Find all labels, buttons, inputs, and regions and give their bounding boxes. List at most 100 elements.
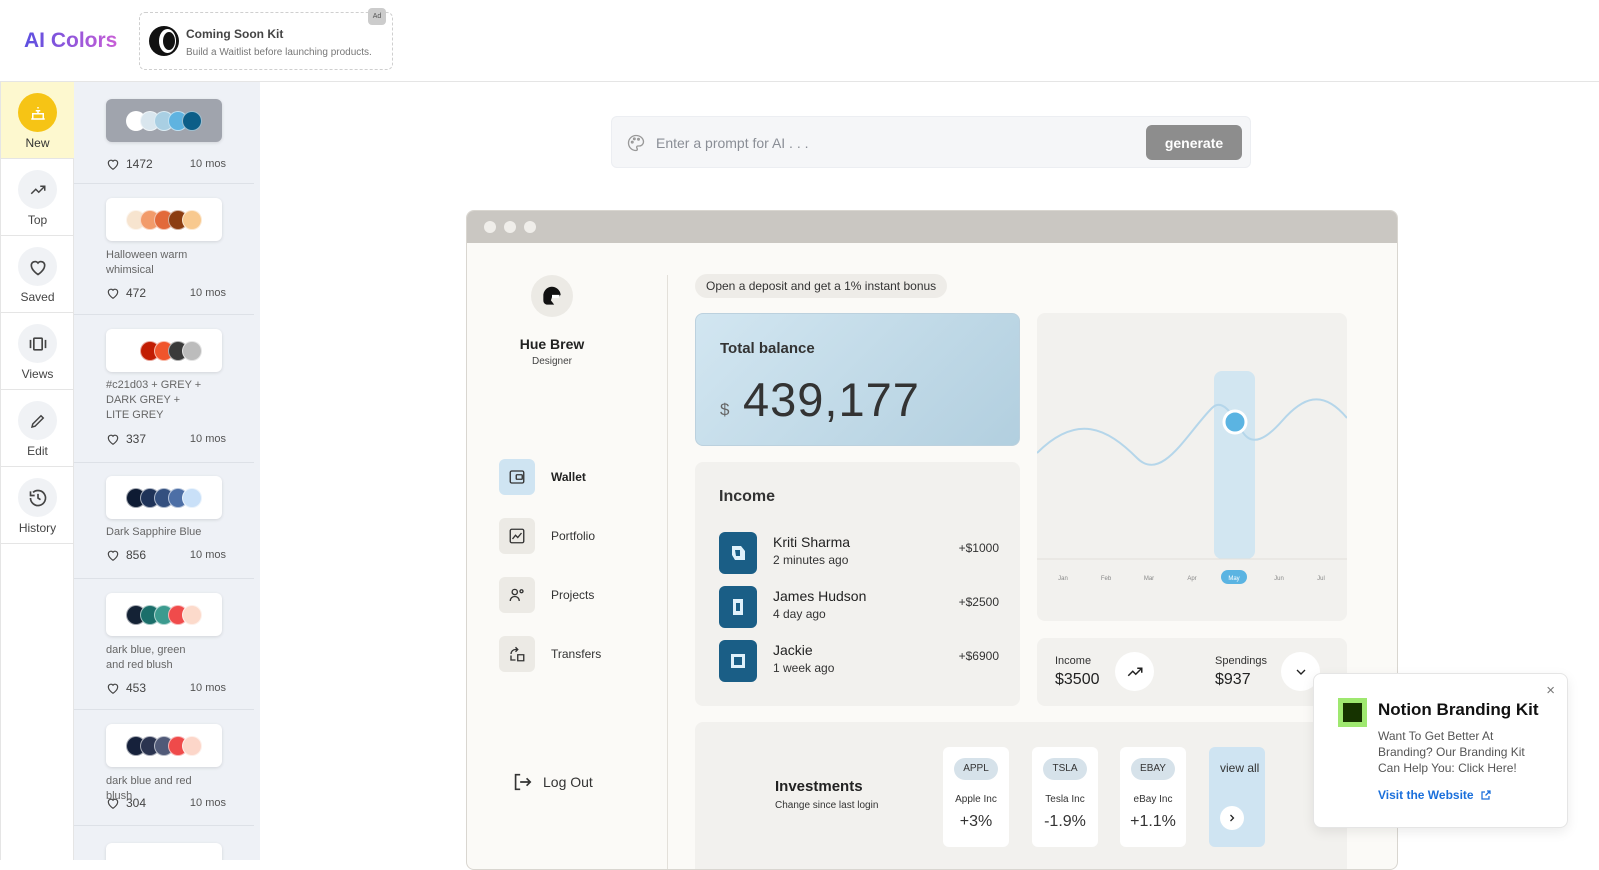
close-icon[interactable]: × [1546, 682, 1555, 699]
view-all-card[interactable]: view all [1209, 747, 1265, 847]
palette-swatch[interactable] [106, 99, 222, 142]
prompt-input[interactable] [656, 131, 1116, 155]
income-card: Income Kriti Sharma 2 minutes ago +$1000… [695, 462, 1020, 706]
stock-card[interactable]: APPL Apple Inc +3% [943, 747, 1009, 847]
month-label[interactable]: May [1228, 576, 1239, 582]
income-time: 4 day ago [773, 607, 826, 621]
income-amount: +$2500 [958, 595, 999, 609]
heart-icon[interactable] [106, 796, 120, 810]
palette-card[interactable]: 1472 10 mos [74, 82, 254, 184]
palette-card[interactable]: dark blue, green and red blush 453 10 mo… [74, 579, 254, 710]
palette-swatch[interactable] [106, 329, 222, 372]
income-name: Jackie [773, 642, 813, 658]
user-gear-icon [499, 577, 535, 613]
app-logo[interactable]: AI Colors [24, 29, 117, 53]
window-titlebar [467, 211, 1397, 243]
user-avatar [531, 275, 573, 317]
stock-card[interactable]: TSLA Tesla Inc -1.9% [1032, 747, 1098, 847]
palette-list: 1472 10 mos Halloween warm whimsical 472… [74, 82, 260, 860]
income-amount: +$1000 [958, 541, 999, 555]
nav-item-portfolio[interactable]: Portfolio [499, 518, 649, 554]
window-dot [524, 221, 536, 233]
spend-stat-value: $937 [1215, 671, 1251, 688]
rail-item-new[interactable]: New [1, 82, 74, 159]
stock-ticker: EBAY [1131, 758, 1175, 780]
month-label: Jun [1274, 576, 1284, 582]
palette-card[interactable]: #c21d03 + GREY + DARK GREY + LITE GREY 3… [74, 315, 254, 463]
chart-point[interactable] [1222, 409, 1248, 435]
ad-banner[interactable]: Coming Soon Kit Build a Waitlist before … [139, 8, 393, 70]
trending-up-icon[interactable] [1115, 652, 1154, 691]
palette-swatch-partial[interactable] [106, 843, 222, 860]
income-time: 2 minutes ago [773, 553, 849, 567]
palette-meta: 856 10 mos [106, 548, 226, 562]
history-icon [18, 478, 57, 517]
trending-up-icon [18, 170, 57, 209]
logout-label: Log Out [543, 774, 593, 790]
palette-age: 10 mos [189, 682, 226, 694]
rail-item-edit[interactable]: Edit [1, 390, 74, 467]
balance-value: 439,177 [743, 373, 920, 426]
nav-label: Projects [551, 588, 595, 602]
palette-card[interactable]: Halloween warm whimsical 472 10 mos [74, 184, 254, 315]
sidebar-divider [667, 275, 668, 869]
rail-label: Edit [27, 444, 48, 458]
investments-card: Investments Change since last login APPL… [695, 722, 1347, 869]
ad-title: Coming Soon Kit [186, 27, 284, 41]
color-dot [182, 340, 202, 361]
brand-logo-icon [1338, 698, 1367, 727]
palette-card[interactable]: Dark Sapphire Blue 856 10 mos [74, 463, 254, 579]
income-title: Income [719, 488, 776, 505]
palette-swatch[interactable] [106, 593, 222, 636]
heart-icon[interactable] [106, 681, 120, 695]
person-avatar-icon [719, 586, 757, 628]
rail-item-views[interactable]: Views [1, 313, 74, 390]
chevron-right-icon[interactable] [1220, 806, 1244, 830]
pencil-icon [18, 401, 57, 440]
nav-item-projects[interactable]: Projects [499, 577, 649, 613]
heart-icon[interactable] [106, 286, 120, 300]
stock-ticker: APPL [954, 758, 998, 780]
income-row[interactable]: James Hudson 4 day ago +$2500 [719, 586, 999, 628]
rail-label: New [25, 136, 50, 150]
income-time: 1 week ago [773, 661, 835, 675]
palette-card[interactable]: dark blue and red blush 304 10 mos [74, 710, 254, 826]
window-dot [484, 221, 496, 233]
palette-swatch[interactable] [106, 724, 222, 767]
palette-name: Dark Sapphire Blue [106, 526, 202, 538]
user-role: Designer [531, 356, 573, 367]
heart-icon[interactable] [106, 548, 120, 562]
income-row[interactable]: Kriti Sharma 2 minutes ago +$1000 [719, 532, 999, 574]
generate-button[interactable]: generate [1146, 125, 1242, 160]
income-stat-label: Income [1055, 655, 1092, 667]
link-label: Visit the Website [1378, 788, 1474, 802]
income-row[interactable]: Jackie 1 week ago +$6900 [719, 640, 999, 682]
color-dot [182, 209, 202, 230]
window-dot [504, 221, 516, 233]
like-count: 856 [126, 548, 147, 562]
user-name: Hue Brew [519, 336, 585, 352]
like-count: 472 [126, 286, 147, 300]
nav-item-transfers[interactable]: Transfers [499, 636, 649, 672]
rail-item-history[interactable]: History [1, 467, 74, 544]
heart-icon[interactable] [106, 157, 120, 171]
palette-swatch[interactable] [106, 476, 222, 519]
palette-swatch[interactable] [106, 198, 222, 241]
rail-item-top[interactable]: Top [1, 159, 74, 236]
heart-icon[interactable] [106, 432, 120, 446]
rail-label: History [18, 521, 57, 535]
income-name: James Hudson [773, 588, 867, 604]
month-label: Jul [1317, 576, 1325, 582]
promo-banner[interactable]: Open a deposit and get a 1% instant bonu… [695, 274, 948, 298]
person-avatar-icon [719, 640, 757, 682]
income-amount: +$6900 [958, 649, 999, 663]
stock-card[interactable]: EBAY eBay Inc +1.1% [1120, 747, 1186, 847]
month-label: Apr [1187, 576, 1196, 582]
nav-item-wallet[interactable]: Wallet [499, 459, 649, 495]
visit-website-link[interactable]: Visit the Website [1378, 788, 1492, 802]
rail-item-saved[interactable]: Saved [1, 236, 74, 313]
spend-stat-label: Spendings [1215, 655, 1267, 667]
logout-button[interactable]: Log Out [511, 771, 593, 793]
ad-subtitle: Build a Waitlist before launching produc… [186, 47, 372, 58]
external-link-icon [1480, 790, 1491, 800]
